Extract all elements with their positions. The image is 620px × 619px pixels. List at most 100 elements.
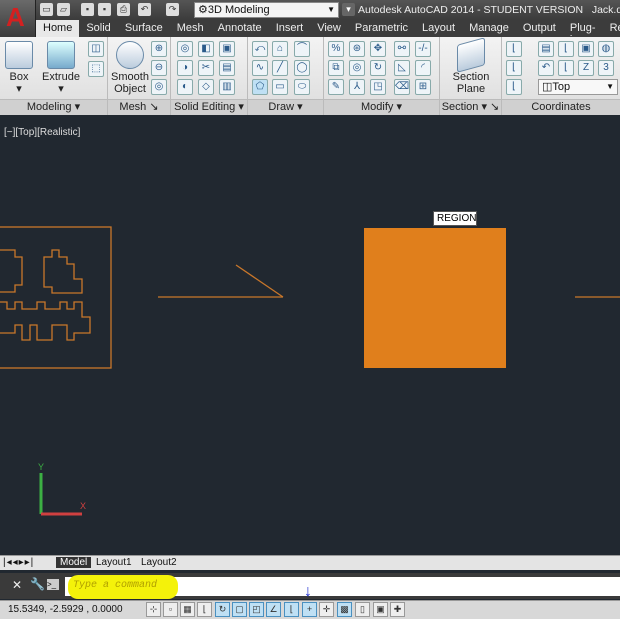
arc-icon[interactable]: ⌒ — [294, 41, 310, 57]
application-menu-button[interactable]: A — [0, 0, 36, 38]
match-properties-icon[interactable]: ✎ — [328, 79, 344, 95]
customize-icon[interactable]: ▾ — [342, 3, 355, 16]
rotate-icon[interactable]: ↻ — [370, 60, 386, 76]
tab-layout2[interactable]: Layout2 — [141, 557, 177, 568]
ucs-view-icon[interactable]: ⌊ — [506, 79, 522, 95]
workspace-dropdown[interactable]: ⚙3D Modeling ▼ — [194, 2, 339, 18]
ortho-icon[interactable]: ⌊ — [197, 602, 212, 617]
extrude-faces-icon[interactable]: ▣ — [219, 41, 235, 57]
erase-icon[interactable]: ⌫ — [394, 79, 410, 95]
tab-output[interactable]: Output — [516, 20, 563, 37]
ucs-named-icon[interactable]: ▣ — [578, 41, 594, 57]
save-as-icon[interactable]: ▪ — [98, 3, 111, 16]
spline-icon[interactable]: ∿ — [252, 60, 268, 76]
tab-model[interactable]: Model — [56, 557, 92, 568]
command-prompt-icon[interactable]: >_ — [47, 579, 59, 590]
stretch-icon[interactable]: ◺ — [394, 60, 410, 76]
tab-render[interactable]: Ren — [603, 20, 620, 37]
ucs-origin-icon[interactable]: ⌊ — [506, 60, 522, 76]
quick-properties-icon[interactable]: ▯ — [355, 602, 370, 617]
save-icon[interactable]: ▪ — [81, 3, 94, 16]
3d-rotate-icon[interactable]: ⊛ — [349, 41, 365, 57]
modify-panel-label[interactable]: Modify ▾ — [324, 99, 439, 115]
thicken-icon[interactable]: ◇ — [198, 79, 214, 95]
union-icon[interactable]: ◎ — [177, 41, 193, 57]
close-icon[interactable]: ✕ — [12, 578, 22, 592]
extract-edges-icon[interactable]: ◧ — [198, 41, 214, 57]
view-dropdown[interactable]: ◫Top ▼ — [538, 79, 618, 95]
new-icon[interactable]: ▭ — [40, 3, 53, 16]
scale-icon[interactable]: % — [328, 41, 344, 57]
intersect-icon[interactable]: ◐ — [177, 79, 193, 95]
coordinates-panel-label[interactable]: Coordinates — [502, 99, 620, 115]
slice-icon[interactable]: ✂ — [198, 60, 214, 76]
tab-nav-arrows-icon[interactable]: |◂◂▸▸| — [3, 557, 34, 568]
selection-cycling-icon[interactable]: ▣ — [373, 602, 388, 617]
ellipse-icon[interactable]: ⬭ — [294, 79, 310, 95]
solid-editing-panel-label[interactable]: Solid Editing ▾ — [171, 99, 247, 115]
mesh-smooth-more-icon[interactable]: ⊕ — [151, 41, 167, 57]
tab-layout[interactable]: Layout — [415, 20, 462, 37]
infer-constraints-icon[interactable]: ⊹ — [146, 602, 161, 617]
lineweight-icon[interactable]: ✛ — [319, 602, 334, 617]
ducs-icon[interactable]: ⌊ — [284, 602, 299, 617]
ucs-previous-icon[interactable]: ↶ — [538, 60, 554, 76]
snap-icon[interactable]: ▫ — [163, 602, 178, 617]
annotation-monitor-icon[interactable]: ✚ — [390, 602, 405, 617]
polar-icon[interactable]: ↻ — [215, 602, 230, 617]
open-icon[interactable]: ▱ — [57, 3, 70, 16]
region-square[interactable] — [364, 228, 506, 368]
print-icon[interactable]: ⎙ — [117, 3, 130, 16]
polygon-icon[interactable]: ⬠ — [252, 79, 268, 95]
ucs-z-icon[interactable]: Z — [578, 60, 594, 76]
tab-surface[interactable]: Surface — [118, 20, 170, 37]
subtract-icon[interactable]: ◑ — [177, 60, 193, 76]
mesh-panel-label[interactable]: Mesh ↘ — [108, 99, 170, 115]
tab-annotate[interactable]: Annotate — [211, 20, 269, 37]
tab-manage[interactable]: Manage — [462, 20, 516, 37]
wrench-icon[interactable]: 🔧 — [30, 577, 45, 591]
separate-icon[interactable]: ▤ — [219, 60, 235, 76]
refine-mesh-icon[interactable]: ◎ — [151, 79, 167, 95]
ucs-world-icon[interactable]: ▤ — [538, 41, 554, 57]
modeling-panel-label[interactable]: Modeling ▾ — [0, 99, 107, 115]
dynamic-input-icon[interactable]: + — [302, 602, 317, 617]
tab-parametric[interactable]: Parametric — [348, 20, 415, 37]
box-button[interactable]: Box ▾ — [4, 41, 34, 95]
align-icon[interactable]: ⚯ — [394, 41, 410, 57]
smooth-object-button[interactable]: Smooth Object — [110, 41, 150, 95]
draw-panel-label[interactable]: Draw ▾ — [248, 99, 323, 115]
ucs-icon[interactable]: ⌊ — [506, 41, 522, 57]
tab-solid[interactable]: Solid — [79, 20, 117, 37]
tab-plugins[interactable]: Plug-ins — [563, 20, 603, 46]
shell-icon[interactable]: ▥ — [219, 79, 235, 95]
3d-osnap-icon[interactable]: ◰ — [249, 602, 264, 617]
fillet-icon[interactable]: ◜ — [415, 60, 431, 76]
tab-layout1[interactable]: Layout1 — [96, 557, 132, 568]
ucs-y-icon[interactable]: ⌊ — [558, 60, 574, 76]
ucs-object-icon[interactable]: ◍ — [598, 41, 614, 57]
copy-icon[interactable]: ⧉ — [328, 60, 344, 76]
transparency-icon[interactable]: ▩ — [337, 602, 352, 617]
command-input[interactable]: Type a command — [73, 580, 157, 591]
tab-insert[interactable]: Insert — [269, 20, 311, 37]
rectangle-icon[interactable]: ▭ — [272, 79, 288, 95]
move-icon[interactable]: ✥ — [370, 41, 386, 57]
trim-icon[interactable]: -/- — [415, 41, 431, 57]
offset-icon[interactable]: ◎ — [349, 60, 365, 76]
tab-home[interactable]: Home — [36, 20, 80, 37]
polyline-icon[interactable]: ⤺ — [252, 41, 268, 57]
extrude-button[interactable]: Extrude ▾ — [42, 41, 80, 95]
mesh-smooth-less-icon[interactable]: ⊖ — [151, 60, 167, 76]
helix-icon[interactable]: ⌂ — [272, 41, 288, 57]
polysolid-icon[interactable]: ◫ — [88, 41, 104, 57]
section-panel-label[interactable]: Section ▾ ↘ — [440, 99, 501, 115]
ucs-x-icon[interactable]: ⌊ — [558, 41, 574, 57]
presspull-icon[interactable]: ⬚ — [88, 61, 104, 77]
array-icon[interactable]: ⊞ — [415, 79, 431, 95]
undo-icon[interactable]: ↶ — [138, 3, 151, 16]
redo-icon[interactable]: ↷ — [166, 3, 179, 16]
drawing-canvas[interactable]: Y X — [0, 115, 620, 555]
ucs-3point-icon[interactable]: 3 — [598, 60, 614, 76]
line-icon[interactable]: ╱ — [272, 60, 288, 76]
